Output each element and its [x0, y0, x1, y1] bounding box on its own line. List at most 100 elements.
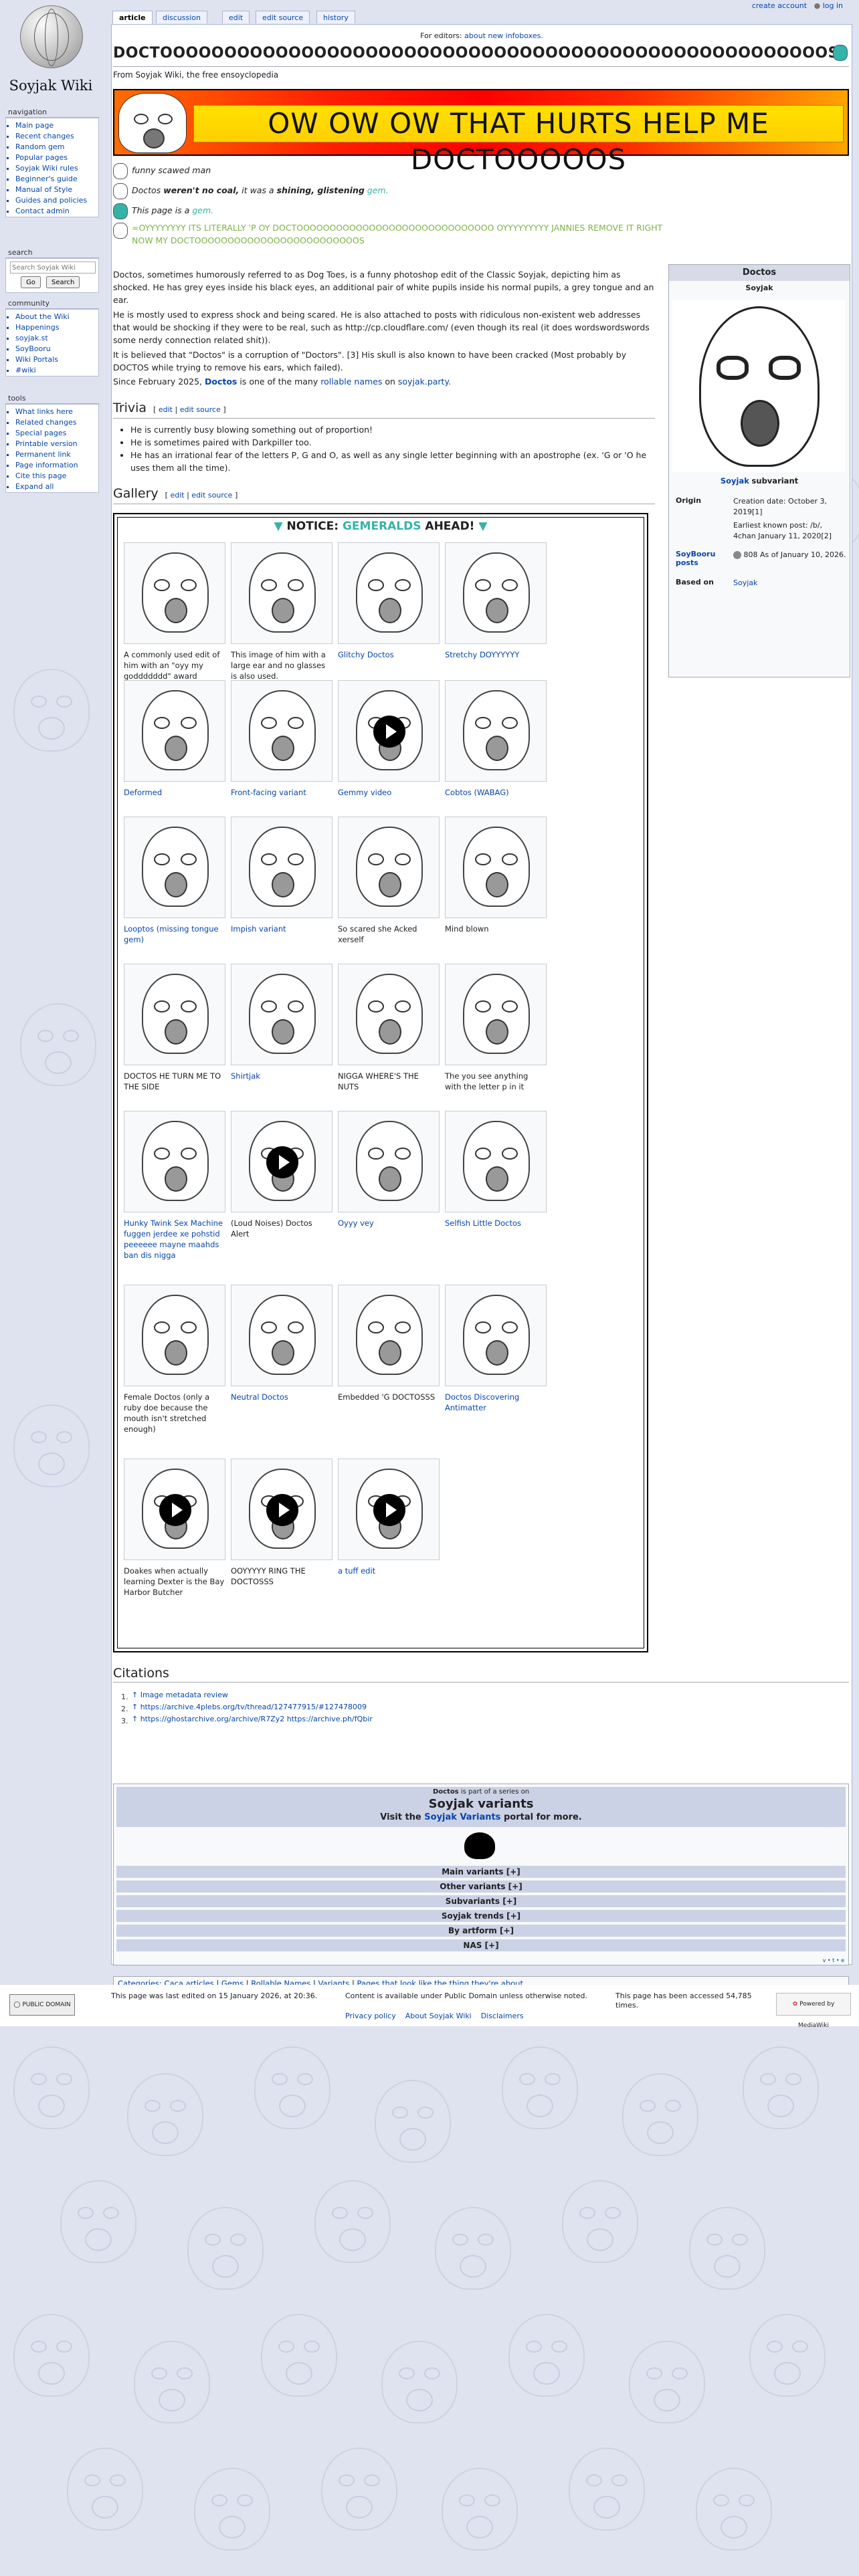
nav-item-beginners-guide[interactable]: Beginner's guide	[15, 174, 98, 185]
gallery-thumbnail[interactable]	[124, 1111, 225, 1212]
gallery-item[interactable]: Selfish Little Doctos	[445, 1111, 547, 1228]
disclaimers-link[interactable]: Disclaimers	[481, 2012, 524, 2020]
tab-edit-source[interactable]: edit source	[256, 11, 310, 23]
gallery-item[interactable]: Female Doctos (only a ruby doe because t…	[124, 1285, 225, 1434]
gallery-item[interactable]: Stretchy DOYYYYYY	[445, 542, 547, 660]
community-item-wiki-channel[interactable]: #wiki	[15, 365, 98, 376]
gallery-item[interactable]: So scared she Acked xerself	[338, 817, 440, 945]
play-icon[interactable]	[373, 716, 405, 748]
gallery-thumbnail[interactable]	[338, 542, 440, 644]
nav-item-main-page[interactable]: Main page	[15, 120, 98, 131]
gallery-caption[interactable]: Cobtos (WABAG)	[445, 787, 547, 798]
tools-item-special-pages[interactable]: Special pages	[15, 428, 98, 439]
gallery-thumbnail[interactable]	[124, 542, 225, 644]
navbox-row-main[interactable]: Main variants [+]	[116, 1866, 846, 1878]
gallery-item[interactable]: a tuff edit	[338, 1459, 440, 1576]
gallery-edit-link[interactable]: edit	[170, 491, 184, 500]
privacy-policy-link[interactable]: Privacy policy	[345, 2012, 396, 2020]
gallery-thumbnail[interactable]	[124, 1459, 225, 1560]
gallery-thumbnail[interactable]	[231, 964, 332, 1065]
navbox-vte[interactable]: v • t • e	[823, 1957, 844, 1963]
tab-discussion[interactable]: discussion	[156, 11, 208, 23]
soyjak-party-link[interactable]: soyjak.party.	[398, 377, 451, 387]
search-button[interactable]: Search	[46, 276, 80, 288]
gallery-thumbnail[interactable]	[338, 1459, 440, 1560]
trivia-edit-link[interactable]: edit	[159, 405, 173, 414]
powered-by-mediawiki-badge[interactable]: ✿ Powered by MediaWiki	[776, 1993, 851, 2029]
community-item-soyjak-st[interactable]: soyjak.st	[15, 333, 98, 344]
gallery-caption[interactable]: Impish variant	[231, 924, 332, 934]
gallery-item[interactable]: This image of him with a large ear and n…	[231, 542, 332, 681]
nav-item-recent-changes[interactable]: Recent changes	[15, 131, 98, 142]
infobox-image[interactable]	[672, 300, 845, 472]
tab-article[interactable]: article	[112, 11, 153, 24]
gallery-caption[interactable]: Shirtjak	[231, 1071, 332, 1081]
play-icon[interactable]	[373, 1494, 405, 1526]
nav-item-guides[interactable]: Guides and policies	[15, 195, 98, 206]
gallery-caption[interactable]: a tuff edit	[338, 1566, 440, 1576]
gallery-caption[interactable]: Doctos Discovering Antimatter	[445, 1392, 547, 1413]
login-link[interactable]: log in	[823, 1, 843, 10]
citation-2[interactable]: ↑ https://archive.4plebs.org/tv/thread/1…	[132, 1702, 367, 1713]
tools-item-printable[interactable]: Printable version	[15, 439, 98, 449]
gallery-caption[interactable]: Hunky Twink Sex Machine fuggen jerdee xe…	[124, 1218, 225, 1261]
go-button[interactable]: Go	[21, 276, 41, 288]
gallery-caption[interactable]: Front-facing variant	[231, 787, 332, 798]
nav-item-random-gem[interactable]: Random gem	[15, 142, 98, 152]
gallery-item[interactable]: Impish variant	[231, 817, 332, 934]
gallery-item[interactable]: Deformed	[124, 680, 225, 798]
gallery-thumbnail[interactable]	[231, 680, 332, 782]
gallery-thumbnail[interactable]	[338, 1111, 440, 1212]
tab-history[interactable]: history	[316, 11, 355, 23]
community-item-about[interactable]: About the Wiki	[15, 312, 98, 322]
tools-item-cite[interactable]: Cite this page	[15, 471, 98, 481]
nav-item-rules[interactable]: Soyjak Wiki rules	[15, 163, 98, 174]
gallery-item[interactable]: NIGGA WHERE'S THE NUTS	[338, 964, 440, 1092]
gallery-item[interactable]: Cobtos (WABAG)	[445, 680, 547, 798]
gallery-item[interactable]: The you see anything with the letter p i…	[445, 964, 547, 1092]
nav-item-manual-of-style[interactable]: Manual of Style	[15, 185, 98, 195]
gallery-item[interactable]: A commonly used edit of him with an "oyy…	[124, 542, 225, 681]
gallery-item[interactable]: Mind blown	[445, 817, 547, 934]
gallery-thumbnail[interactable]	[231, 817, 332, 918]
community-item-soybooru[interactable]: SoyBooru	[15, 344, 98, 354]
public-domain-badge[interactable]: ◯ PUBLIC DOMAIN	[9, 1994, 75, 2016]
gallery-item[interactable]: Oyyy vey	[338, 1111, 440, 1228]
gallery-thumbnail[interactable]	[445, 1111, 547, 1212]
gallery-caption[interactable]: Looptos (missing tongue gem)	[124, 924, 225, 945]
infobox-caption-link[interactable]: Soyjak	[721, 476, 749, 486]
gallery-edit-source-link[interactable]: edit source	[191, 491, 232, 500]
gallery-thumbnail[interactable]	[338, 964, 440, 1065]
navbox-row-subvariants[interactable]: Subvariants [+]	[116, 1895, 846, 1907]
gallery-thumbnail[interactable]	[338, 817, 440, 918]
navbox-row-trends[interactable]: Soyjak trends [+]	[116, 1910, 846, 1922]
gallery-item[interactable]: Neutral Doctos	[231, 1285, 332, 1402]
gallery-item[interactable]: Looptos (missing tongue gem)	[124, 817, 225, 945]
gallery-thumbnail[interactable]	[445, 817, 547, 918]
gallery-thumbnail[interactable]	[338, 1285, 440, 1386]
tools-item-expand-all[interactable]: Expand all	[15, 481, 98, 492]
citation-1[interactable]: ↑ Image metadata review	[132, 1690, 228, 1701]
navbox-row-artform[interactable]: By artform [+]	[116, 1925, 846, 1937]
gallery-thumbnail[interactable]	[124, 680, 225, 782]
gallery-item[interactable]: Gemmy video	[338, 680, 440, 798]
gallery-thumbnail[interactable]	[445, 542, 547, 644]
site-logo[interactable]: Soyjak Wiki	[5, 4, 96, 104]
gallery-thumbnail[interactable]	[338, 680, 440, 782]
notice-gem-link[interactable]: gem.	[367, 185, 389, 195]
gallery-item[interactable]: Doctos Discovering Antimatter	[445, 1285, 547, 1413]
gallery-item[interactable]: Glitchy Doctos	[338, 542, 440, 660]
gallery-item[interactable]: Front-facing variant	[231, 680, 332, 798]
gallery-caption[interactable]: Neutral Doctos	[231, 1392, 332, 1402]
nav-item-contact-admin[interactable]: Contact admin	[15, 206, 98, 217]
gallery-thumbnail[interactable]	[124, 817, 225, 918]
play-icon[interactable]	[159, 1494, 191, 1526]
editors-link[interactable]: about new infoboxes.	[464, 31, 543, 40]
search-input[interactable]	[10, 261, 96, 274]
rollable-names-link[interactable]: rollable names	[320, 377, 382, 387]
tools-item-related-changes[interactable]: Related changes	[15, 417, 98, 428]
tools-item-page-info[interactable]: Page information	[15, 460, 98, 471]
gallery-thumbnail[interactable]	[445, 964, 547, 1065]
community-item-wiki-portals[interactable]: Wiki Portals	[15, 354, 98, 365]
gallery-thumbnail[interactable]	[445, 1285, 547, 1386]
